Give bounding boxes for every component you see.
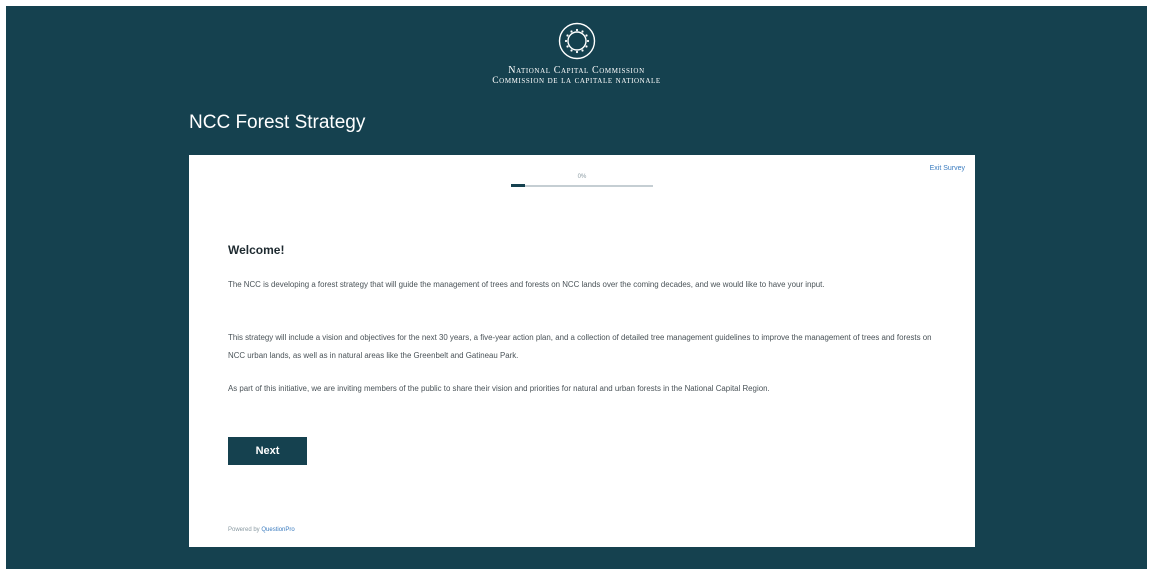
progress-bar <box>511 184 653 187</box>
page-title: NCC Forest Strategy <box>189 112 366 133</box>
intro-paragraph-2: This strategy will include a vision and … <box>228 333 932 360</box>
progress-bar-fill <box>511 184 525 187</box>
intro-paragraph-3: As part of this initiative, we are invit… <box>228 384 770 393</box>
powered-by-footer: Powered by QuestionPro <box>228 527 295 533</box>
powered-by-prefix: Powered by <box>228 527 260 533</box>
progress-percent-label: 0% <box>577 174 587 180</box>
welcome-heading: Welcome! <box>228 243 285 257</box>
survey-card: Exit Survey 0% Welcome! The NCC is devel… <box>189 155 975 547</box>
org-logo: National Capital Commission Commission d… <box>0 22 1153 86</box>
org-name-french: Commission de la capitale nationale <box>492 76 661 86</box>
questionpro-link[interactable]: QuestionPro <box>261 527 294 533</box>
exit-survey-link[interactable]: Exit Survey <box>930 165 965 172</box>
next-button[interactable]: Next <box>228 437 307 465</box>
org-name-english: National Capital Commission <box>508 65 645 76</box>
ncc-seal-icon <box>558 22 596 60</box>
intro-paragraph-1: The NCC is developing a forest strategy … <box>228 280 825 289</box>
